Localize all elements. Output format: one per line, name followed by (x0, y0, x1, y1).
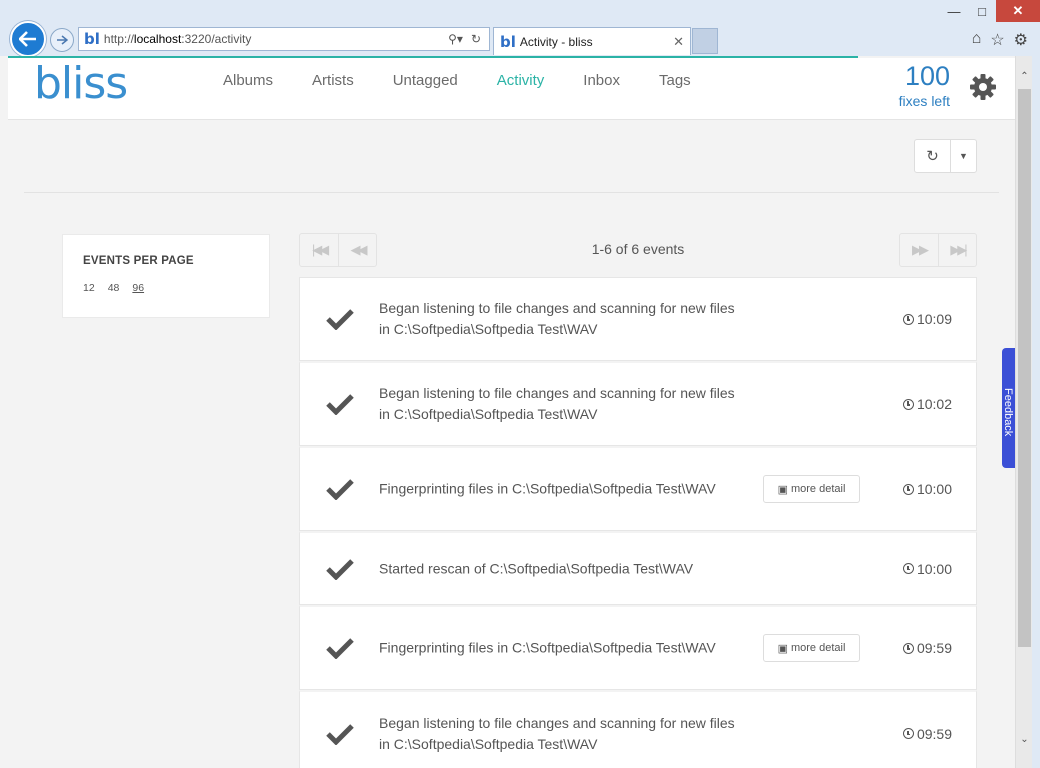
maximize-icon[interactable]: □ (968, 0, 996, 22)
search-icon[interactable]: ⚲▾ (448, 32, 463, 46)
event-row: Started rescan of C:\Softpedia\Softpedia… (299, 531, 977, 605)
check-icon (326, 723, 354, 745)
feedback-label: Feedback (1002, 388, 1014, 437)
event-message: Fingerprinting files in C:\Softpedia\Sof… (379, 639, 716, 656)
event-message: Began listening to file changes and scan… (379, 714, 735, 752)
url-text: http://localhost:3220/activity (103, 32, 252, 46)
clock-icon (902, 728, 914, 739)
minimize-icon[interactable]: — (940, 0, 968, 22)
address-bar[interactable]: bl http://localhost:3220/activity ⚲▾ ↻ (78, 27, 490, 51)
tab-favicon: bl (500, 32, 516, 51)
epp-option-48[interactable]: 48 (108, 282, 120, 294)
events-per-page-panel: EVENTS PER PAGE 12 48 96 (62, 234, 270, 318)
vertical-scrollbar[interactable]: ⌃ ⌄ (1015, 56, 1032, 768)
event-message: Began listening to file changes and scan… (379, 385, 735, 422)
expand-icon: ▣ (777, 483, 788, 496)
feedback-tab[interactable]: Feedback (1002, 348, 1015, 468)
window-controls: — □ ✕ (940, 0, 1040, 22)
window-border (1032, 56, 1040, 768)
nav-artists[interactable]: Artists (312, 72, 354, 89)
scroll-down-icon[interactable]: ⌄ (1016, 731, 1033, 748)
site-favicon: bl (84, 30, 100, 48)
event-message: Began listening to file changes and scan… (379, 300, 735, 337)
event-time: 10:00 (916, 560, 952, 577)
event-count: 1-6 of 6 events (591, 241, 685, 257)
check-icon (326, 638, 354, 659)
event-time: 09:59 (916, 725, 952, 742)
event-time: 10:02 (916, 396, 952, 412)
event-list: Began listening to file changes and scan… (299, 277, 977, 768)
events-per-page-heading: EVENTS PER PAGE (83, 255, 194, 267)
event-row: Began listening to file changes and scan… (299, 361, 977, 446)
last-page-icon: ▶▶| (950, 242, 967, 257)
event-time: 10:09 (916, 311, 952, 327)
next-page-button[interactable]: ▶▶ (900, 234, 938, 266)
epp-option-12[interactable]: 12 (83, 282, 95, 294)
epp-option-96[interactable]: 96 (132, 282, 144, 294)
last-page-button[interactable]: ▶▶| (938, 234, 976, 266)
event-row: Began listening to file changes and scan… (299, 277, 977, 361)
event-row: Fingerprinting files in C:\Softpedia\Sof… (299, 605, 977, 690)
nav-tags[interactable]: Tags (659, 72, 691, 89)
home-icon[interactable]: ⌂ (972, 30, 982, 50)
scrollbar-thumb[interactable] (1018, 89, 1031, 647)
refresh-icon: ↻ (926, 148, 939, 165)
scroll-up-icon[interactable]: ⌃ (1016, 68, 1033, 85)
event-row: Fingerprinting files in C:\Softpedia\Sof… (299, 446, 977, 531)
check-icon (326, 309, 354, 330)
browser-chrome: — □ ✕ bl http://localhost:3220/activity … (0, 0, 1040, 57)
expand-icon: ▣ (777, 642, 788, 655)
divider (24, 192, 999, 193)
refresh-icon[interactable]: ↻ (471, 32, 481, 46)
events-per-page-options: 12 48 96 (83, 282, 249, 294)
tab-title: Activity - bliss (519, 34, 593, 49)
event-message: Fingerprinting files in C:\Softpedia\Sof… (379, 480, 716, 497)
fixes-count: 100 (904, 61, 950, 91)
app-navbar: bliss Albums Artists Untagged Activity I… (8, 58, 1015, 120)
tab-close-icon[interactable]: ✕ (673, 34, 684, 50)
clock-icon (902, 563, 914, 574)
refresh-toolbar: ↻ ▼ (914, 139, 977, 173)
clock-icon (902, 642, 914, 654)
forward-button[interactable] (50, 28, 74, 52)
clock-icon (902, 483, 914, 495)
caret-down-icon: ▼ (959, 151, 968, 161)
main-nav: Albums Artists Untagged Activity Inbox T… (223, 72, 730, 89)
event-time: 10:00 (916, 481, 952, 497)
event-time: 09:59 (916, 640, 952, 656)
page-viewport: bliss Albums Artists Untagged Activity I… (8, 56, 1015, 768)
nav-inbox[interactable]: Inbox (583, 72, 620, 89)
back-button[interactable] (10, 21, 46, 57)
event-row: Began listening to file changes and scan… (299, 690, 977, 768)
gear-icon[interactable] (968, 72, 998, 102)
back-arrow-icon (19, 31, 36, 47)
app-logo[interactable]: bliss (34, 58, 128, 109)
fixes-label: fixes left (898, 93, 950, 109)
pager: |◀◀ ◀◀ 1-6 of 6 events ▶▶ ▶▶| (299, 233, 977, 267)
check-icon (326, 479, 354, 500)
refresh-dropdown-button[interactable]: ▼ (951, 140, 976, 172)
refresh-button[interactable]: ↻ (915, 140, 951, 172)
favorites-star-icon[interactable]: ☆ (990, 30, 1004, 50)
nav-albums[interactable]: Albums (223, 72, 273, 89)
forward-arrow-icon (57, 35, 68, 45)
clock-icon (902, 313, 914, 325)
nav-activity[interactable]: Activity (497, 72, 545, 89)
more-detail-button[interactable]: ▣ more detail (763, 475, 860, 503)
clock-icon (902, 398, 914, 410)
fixes-counter[interactable]: 100 fixes left (888, 60, 950, 109)
settings-gear-icon[interactable]: ⚙ (1014, 30, 1028, 50)
check-icon (326, 558, 354, 580)
event-message: Started rescan of C:\Softpedia\Softpedia… (379, 560, 694, 576)
new-tab-button[interactable] (692, 28, 718, 54)
tab-activity[interactable]: bl Activity - bliss ✕ (493, 27, 691, 55)
check-icon (326, 394, 354, 415)
fast-forward-icon: ▶▶ (912, 242, 929, 257)
close-icon[interactable]: ✕ (996, 0, 1040, 22)
nav-untagged[interactable]: Untagged (393, 72, 458, 89)
more-detail-button[interactable]: ▣ more detail (763, 634, 860, 662)
